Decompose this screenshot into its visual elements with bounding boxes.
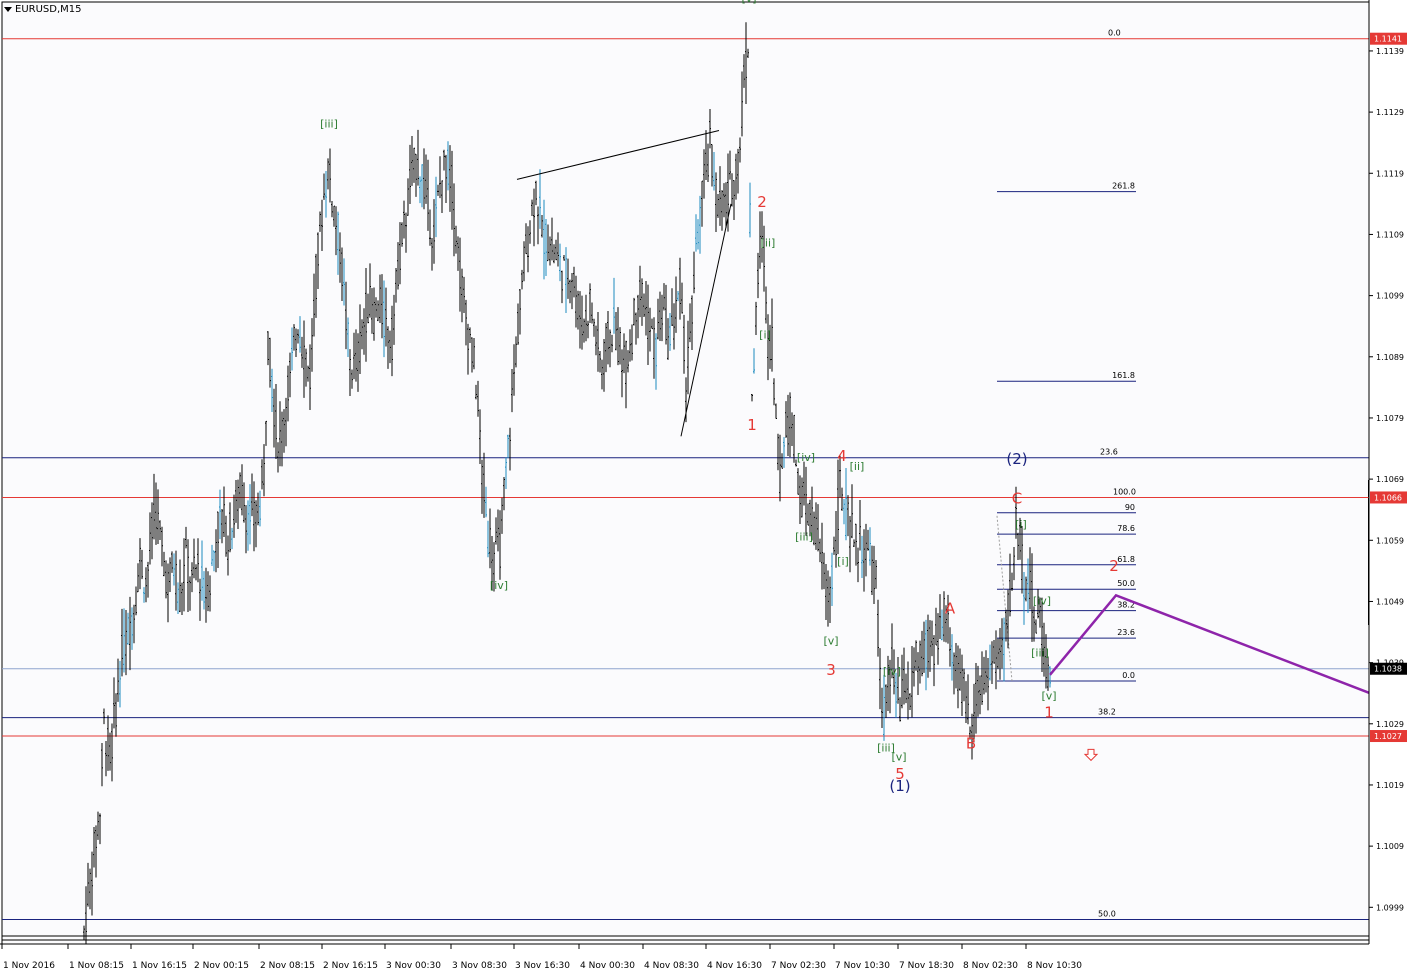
- wave-label: [v]: [741, 0, 756, 5]
- x-tick-label: 2 Nov 16:15: [323, 961, 378, 971]
- price-tag-label: 1.1027: [1374, 732, 1402, 741]
- wave-label: [iii]: [320, 117, 338, 130]
- x-tick-label: 3 Nov 08:30: [452, 961, 507, 971]
- price-tag-label: 1.1038: [1374, 665, 1402, 674]
- wave-label: [iii]: [1031, 647, 1049, 660]
- y-tick-label: 1.1059: [1376, 536, 1404, 545]
- y-tick-label: 1.1129: [1376, 108, 1404, 117]
- wave-label: 4: [837, 447, 847, 465]
- x-tick-label: 2 Nov 08:15: [260, 961, 315, 971]
- fib-retracement-label: 78.6: [1117, 524, 1135, 533]
- wave-label: (2): [1006, 450, 1027, 468]
- wave-label: [ii]: [850, 460, 865, 473]
- wave-label: 3: [826, 661, 836, 679]
- caret-down-icon[interactable]: [4, 7, 12, 12]
- price-tag-label: 1.1066: [1374, 493, 1402, 502]
- fib-retracement-label: 61.8: [1117, 555, 1135, 564]
- y-tick-label: 1.1119: [1376, 169, 1404, 178]
- wave-label: [i]: [759, 328, 771, 341]
- wave-label: [i]: [1015, 518, 1027, 531]
- wave-label: [i]: [837, 555, 849, 568]
- x-tick-label: 7 Nov 18:30: [899, 961, 954, 971]
- fib-retracement-label: 90: [1125, 503, 1135, 512]
- x-tick-label: 7 Nov 02:30: [771, 961, 826, 971]
- time-axis-bg: [0, 944, 1409, 976]
- level-label: 0.0: [1108, 29, 1121, 38]
- x-tick-label: 2 Nov 00:15: [194, 961, 249, 971]
- wave-label: [v]: [1041, 689, 1056, 702]
- wave-label: [iv]: [1033, 595, 1051, 608]
- y-tick-label: 1.1099: [1376, 292, 1404, 301]
- wave-label: [iv]: [883, 665, 901, 678]
- y-tick-label: 1.1069: [1376, 475, 1404, 484]
- y-tick-label: 1.1019: [1376, 781, 1404, 790]
- wave-label: [v]: [891, 750, 906, 763]
- level-label: 50.0: [1098, 910, 1116, 919]
- wave-label: C: [1012, 490, 1022, 508]
- fib-retracement-label: 23.6: [1117, 628, 1135, 637]
- price-chart[interactable]: 0.0 23.6 100.0 38.2 50.0 261.8 161.8 90 78.6 61.8…: [0, 0, 1409, 976]
- wave-label: (1): [889, 777, 910, 795]
- wave-label: B: [966, 734, 976, 752]
- y-tick-label: 1.1009: [1376, 842, 1404, 851]
- wave-label: 2: [757, 193, 767, 211]
- y-tick-label: 1.1029: [1376, 720, 1404, 729]
- y-tick-label: 1.1139: [1376, 47, 1404, 56]
- fib-retracement-label: 0.0: [1122, 671, 1135, 680]
- x-tick-label: 1 Nov 08:15: [69, 961, 124, 971]
- x-tick-label: 4 Nov 00:30: [580, 961, 635, 971]
- symbol-label[interactable]: EURUSD,M15: [4, 4, 81, 15]
- x-tick-label: 4 Nov 08:30: [644, 961, 699, 971]
- fib-extension-label: 261.8: [1112, 182, 1135, 191]
- level-label: 38.2: [1098, 708, 1116, 717]
- x-tick-label: 8 Nov 02:30: [963, 961, 1018, 971]
- wave-label: [ii]: [761, 237, 776, 250]
- price-tag-label: 1.1141: [1374, 35, 1402, 44]
- x-tick-label: 4 Nov 16:30: [707, 961, 762, 971]
- y-tick-label: 1.1049: [1376, 597, 1404, 606]
- price-axis-bg: [1369, 0, 1409, 944]
- plot-area: [1, 1, 1370, 945]
- x-tick-label: 8 Nov 10:30: [1027, 961, 1082, 971]
- wave-label: 1: [1044, 704, 1054, 722]
- wave-label: 2: [1109, 557, 1119, 575]
- y-tick-label: 1.1109: [1376, 230, 1404, 239]
- level-label: 100.0: [1113, 487, 1136, 496]
- wave-label: 1: [747, 416, 757, 434]
- symbol-text: EURUSD,M15: [15, 4, 82, 15]
- x-tick-label: 1 Nov 16:15: [132, 961, 187, 971]
- y-tick-label: 1.0999: [1376, 903, 1404, 912]
- wave-label: [iv]: [490, 579, 508, 592]
- wave-label: A: [945, 600, 956, 618]
- wave-label: [iii]: [795, 530, 813, 543]
- y-tick-label: 1.1089: [1376, 353, 1404, 362]
- x-tick-label: 3 Nov 00:30: [386, 961, 441, 971]
- x-tick-label: 3 Nov 16:30: [515, 961, 570, 971]
- y-tick-label: 1.1079: [1376, 414, 1404, 423]
- fib-retracement-label: 50.0: [1117, 579, 1135, 588]
- chart-window: 0.0 23.6 100.0 38.2 50.0 261.8 161.8 90 78.6 61.8…: [0, 0, 1409, 976]
- fib-extension-label: 161.8: [1112, 371, 1135, 380]
- x-tick-label: 7 Nov 10:30: [835, 961, 890, 971]
- level-label: 23.6: [1100, 448, 1118, 457]
- x-tick-label: 1 Nov 2016: [3, 961, 55, 971]
- wave-label: [iv]: [797, 451, 815, 464]
- wave-label: [v]: [823, 634, 838, 647]
